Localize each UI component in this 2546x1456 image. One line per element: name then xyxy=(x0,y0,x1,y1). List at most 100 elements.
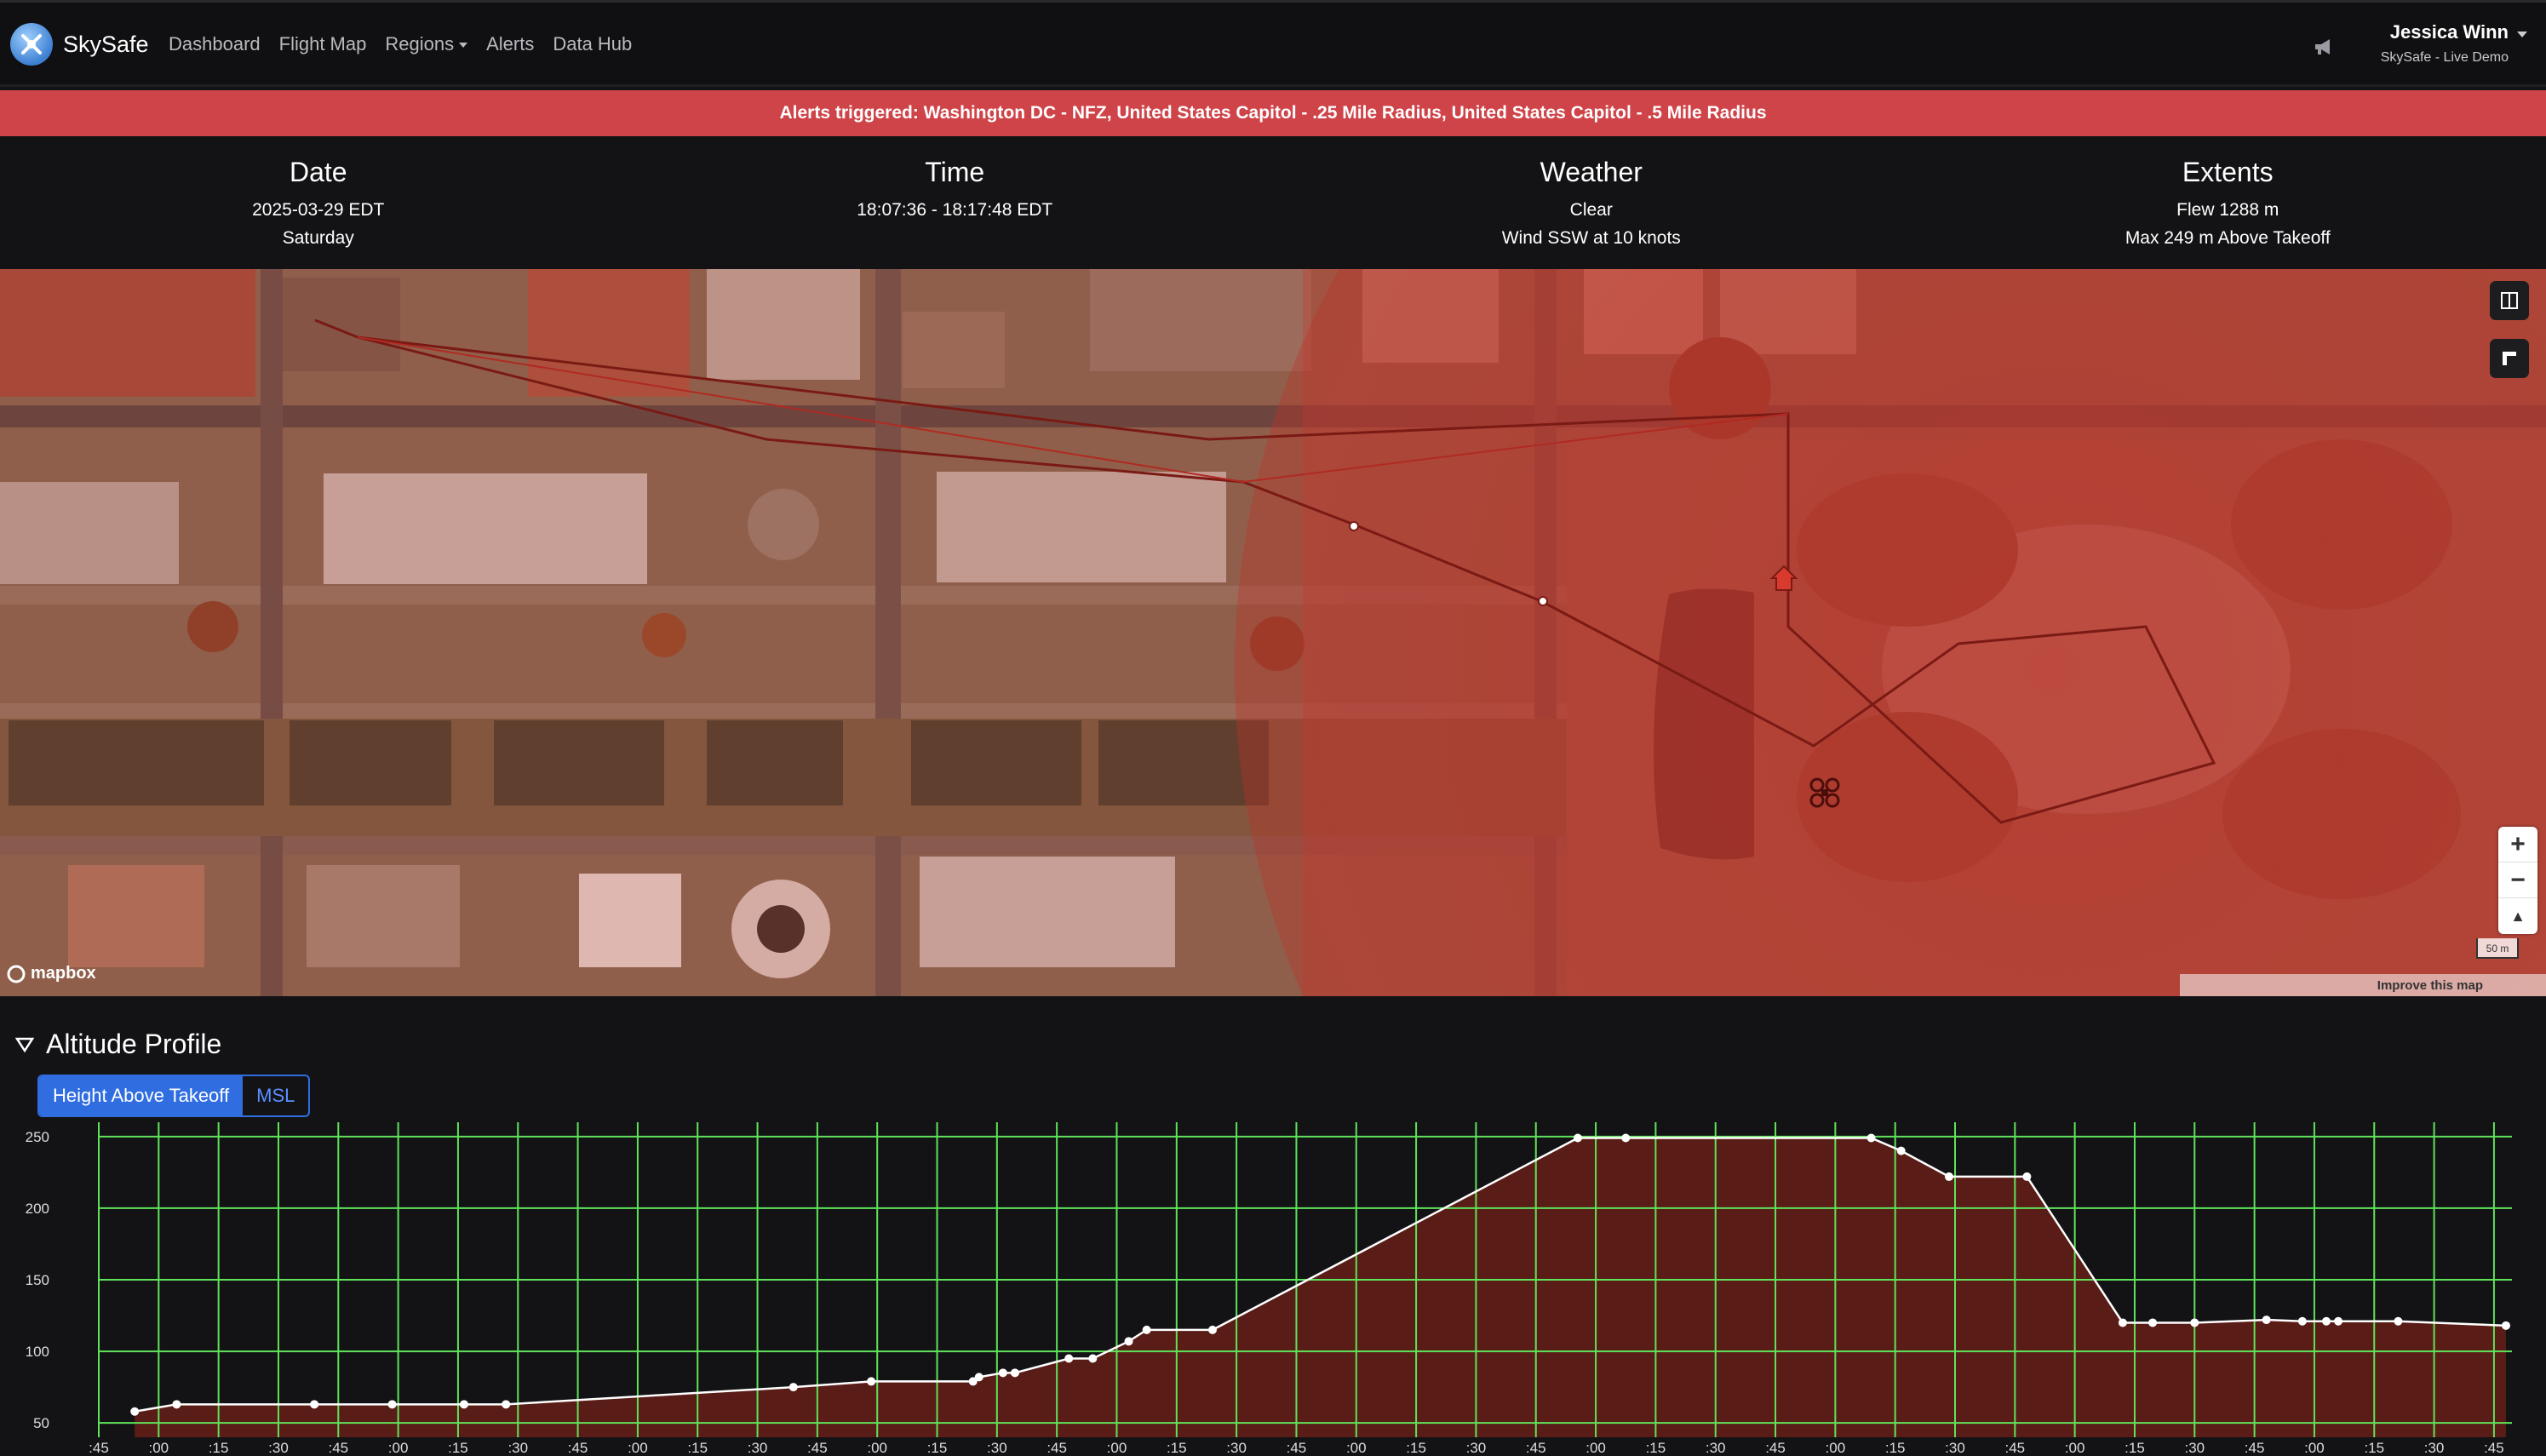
altitude-point xyxy=(867,1377,876,1386)
x-tick-label: :00 xyxy=(2304,1440,2325,1456)
altitude-point xyxy=(387,1400,397,1409)
y-tick-label: 150 xyxy=(26,1272,49,1288)
x-tick-label: :30 xyxy=(1945,1440,1965,1456)
altitude-point xyxy=(2322,1316,2331,1326)
altitude-point xyxy=(130,1407,140,1416)
altitude-point xyxy=(2394,1316,2403,1326)
height-above-takeoff-button[interactable]: Height Above Takeoff xyxy=(39,1076,244,1115)
zoom-in-icon[interactable]: + xyxy=(2498,827,2537,863)
x-tick-label: :45 xyxy=(2245,1440,2265,1456)
stat-title: Time xyxy=(925,157,985,187)
nav-alerts[interactable]: Alerts xyxy=(486,33,534,55)
home-icon[interactable] xyxy=(1769,564,1798,593)
x-tick-label: :15 xyxy=(448,1440,468,1456)
x-tick-label: :45 xyxy=(1765,1440,1786,1456)
x-tick-label: :00 xyxy=(1586,1440,1606,1456)
altitude-profile-header[interactable]: Altitude Profile xyxy=(15,1029,221,1060)
x-tick-label: :45 xyxy=(807,1440,828,1456)
x-tick-label: :45 xyxy=(2005,1440,2026,1456)
x-tick-label: :30 xyxy=(748,1440,768,1456)
megaphone-icon[interactable] xyxy=(2313,37,2335,57)
x-tick-label: :45 xyxy=(2484,1440,2504,1456)
nav-dashboard[interactable]: Dashboard xyxy=(169,33,261,55)
y-tick-label: 100 xyxy=(26,1344,49,1360)
stat-value: Saturday xyxy=(282,228,354,248)
x-tick-label: :00 xyxy=(1107,1440,1127,1456)
x-tick-label: :30 xyxy=(1226,1440,1247,1456)
top-navbar: SkySafe Dashboard Flight Map Regions Ale… xyxy=(0,0,2546,87)
x-tick-label: :45 xyxy=(568,1440,588,1456)
flight-map[interactable]: + − ▲ 50 m mapbox Improve this map xyxy=(0,269,2546,996)
x-tick-label: :15 xyxy=(1646,1440,1666,1456)
altitude-point xyxy=(1064,1354,1074,1363)
nav-flight-map[interactable]: Flight Map xyxy=(279,33,367,55)
user-subtitle: SkySafe - Live Demo xyxy=(2380,50,2509,65)
drone-icon[interactable] xyxy=(1809,777,1841,809)
altitude-point xyxy=(1208,1325,1217,1334)
x-tick-label: :00 xyxy=(1346,1440,1367,1456)
flight-summary: Date 2025-03-29 EDT Saturday Time 18:07:… xyxy=(0,136,2546,269)
improve-map-link[interactable]: Improve this map xyxy=(2377,978,2483,993)
split-view-icon[interactable] xyxy=(2490,281,2529,320)
nav-links: Dashboard Flight Map Regions Alerts Data… xyxy=(169,33,651,55)
x-tick-label: :15 xyxy=(687,1440,708,1456)
altitude-point xyxy=(1124,1337,1133,1346)
nav-data-hub[interactable]: Data Hub xyxy=(553,33,632,55)
compass-icon[interactable]: ▲ xyxy=(2498,898,2537,934)
stat-extents: Extents Flew 1288 m Max 249 m Above Take… xyxy=(1910,136,2546,269)
x-tick-label: :15 xyxy=(2125,1440,2145,1456)
altitude-point xyxy=(1010,1368,1019,1378)
altitude-profile-title: Altitude Profile xyxy=(46,1029,222,1059)
x-tick-label: :45 xyxy=(1046,1440,1067,1456)
altitude-area xyxy=(135,1138,2506,1437)
altitude-point xyxy=(1621,1133,1631,1143)
brand-name: SkySafe xyxy=(63,31,149,57)
altitude-point xyxy=(998,1368,1007,1378)
altitude-point xyxy=(172,1400,181,1409)
brand[interactable]: SkySafe xyxy=(10,23,149,66)
stat-value: Flew 1288 m xyxy=(2176,200,2279,220)
stat-title: Weather xyxy=(1540,157,1643,187)
map-scale: 50 m xyxy=(2476,938,2519,959)
stat-title: Date xyxy=(289,157,347,187)
zoom-out-icon[interactable]: − xyxy=(2498,863,2537,898)
stat-time: Time 18:07:36 - 18:17:48 EDT xyxy=(637,136,1274,269)
altitude-point xyxy=(310,1400,319,1409)
altitude-point xyxy=(974,1373,983,1382)
altitude-point xyxy=(2334,1316,2343,1326)
skysafe-logo-icon xyxy=(10,23,53,66)
altitude-point xyxy=(1866,1133,1876,1143)
draw-tool-icon[interactable] xyxy=(2490,339,2529,378)
stat-value: Max 249 m Above Takeoff xyxy=(2125,228,2331,248)
x-tick-label: :45 xyxy=(89,1440,109,1456)
x-tick-label: :30 xyxy=(268,1440,289,1456)
stat-date: Date 2025-03-29 EDT Saturday xyxy=(0,136,637,269)
altitude-point xyxy=(2262,1316,2271,1325)
x-tick-label: :15 xyxy=(1406,1440,1426,1456)
user-menu[interactable]: Jessica Winn SkySafe - Live Demo xyxy=(2381,21,2509,66)
y-tick-label: 200 xyxy=(26,1201,49,1217)
user-name: Jessica Winn xyxy=(2389,21,2509,43)
x-tick-label: :15 xyxy=(1167,1440,1187,1456)
x-tick-label: :30 xyxy=(1706,1440,1726,1456)
altitude-point xyxy=(2190,1318,2199,1327)
zoom-controls: + − ▲ xyxy=(2498,827,2537,934)
collapse-triangle-icon[interactable] xyxy=(15,1037,34,1052)
mapbox-icon xyxy=(7,965,26,983)
mapbox-logo[interactable]: mapbox xyxy=(7,964,96,983)
msl-button[interactable]: MSL xyxy=(243,1076,308,1115)
altitude-point xyxy=(459,1400,468,1409)
altitude-point xyxy=(788,1383,798,1392)
map-attribution[interactable]: Improve this map xyxy=(2180,974,2546,996)
altitude-chart-svg: :45 :00 :15 :30 :45 :00 :15 :30 :45 :00 :15 :30 :45:… xyxy=(26,1122,2512,1456)
altitude-point xyxy=(502,1400,511,1409)
nav-regions-dropdown[interactable]: Regions xyxy=(385,33,467,55)
x-tick-label: :15 xyxy=(927,1440,948,1456)
x-tick-label: :00 xyxy=(867,1440,887,1456)
x-tick-label: :00 xyxy=(1826,1440,1846,1456)
x-tick-label: :15 xyxy=(1885,1440,1906,1456)
chevron-down-icon[interactable] xyxy=(2517,32,2527,37)
satellite-basemap xyxy=(0,269,2546,996)
stat-weather: Weather Clear Wind SSW at 10 knots xyxy=(1273,136,1910,269)
altitude-point xyxy=(2297,1316,2307,1326)
